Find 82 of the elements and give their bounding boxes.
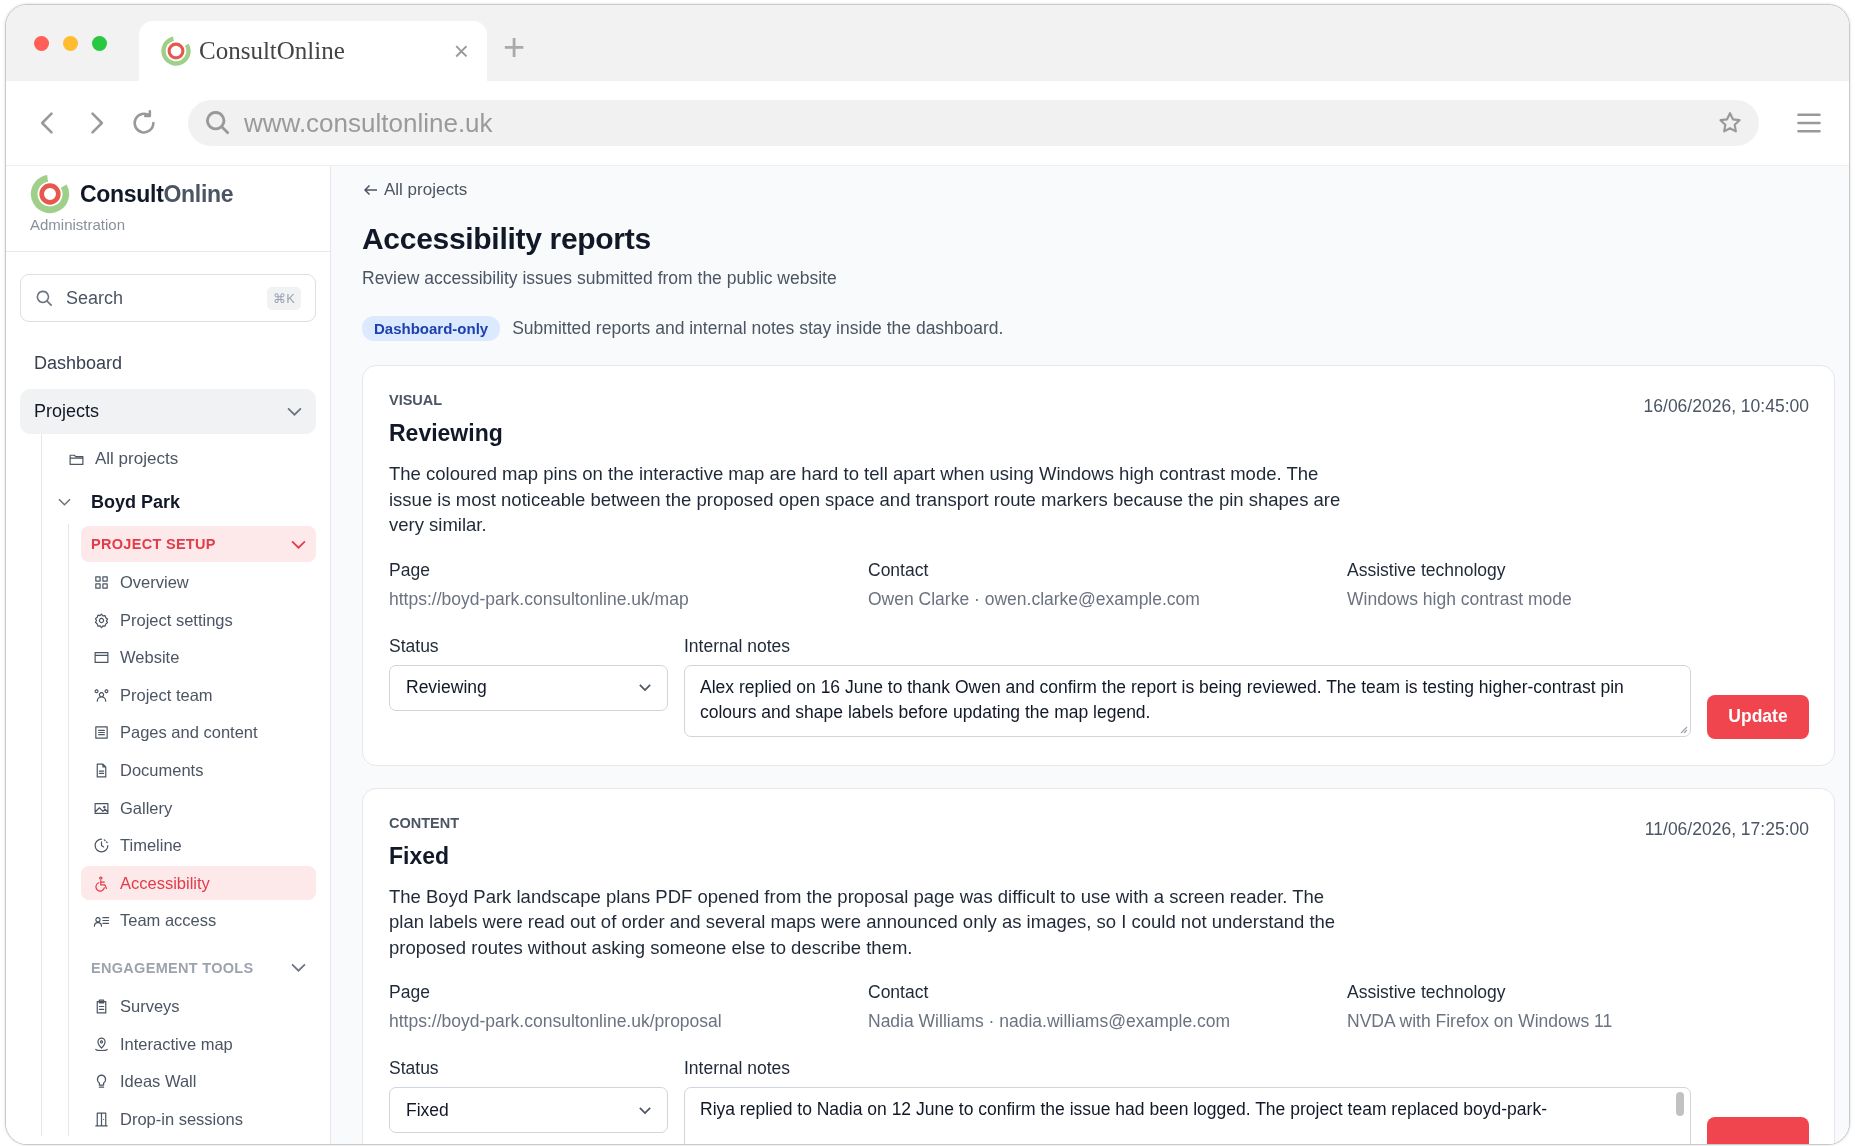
field-value: Windows high contrast mode bbox=[1347, 588, 1573, 610]
field-label: Assistive technology bbox=[1347, 982, 1507, 1003]
nav-item[interactable]: Overview bbox=[81, 565, 316, 600]
back-link[interactable]: All projects bbox=[362, 180, 1835, 200]
field-label: Status bbox=[389, 1058, 440, 1079]
field-value: https://boyd-park.consultonline.uk/map bbox=[389, 588, 690, 610]
project-item[interactable]: Boyd Park bbox=[54, 480, 316, 524]
field-label: Contact bbox=[868, 559, 930, 581]
notes-field[interactable]: Alex replied on 16 June to thank Owen and confirm the report is being reviewed. The team is testing higher-contrast pin colours and shape labels before updating the map legend. bbox=[684, 664, 1691, 737]
nav-item[interactable]: Timeline bbox=[81, 828, 316, 863]
field-value: Nadia Williams · nadia.williams@example.com bbox=[868, 1011, 1232, 1032]
minimize-window-icon[interactable] bbox=[63, 36, 78, 51]
status-title: Fixed bbox=[389, 842, 451, 870]
nav-item[interactable]: Project settings bbox=[81, 603, 316, 638]
nav-item[interactable]: Project team bbox=[81, 678, 316, 713]
nav-item[interactable]: Gallery bbox=[81, 791, 316, 826]
chevron-icon bbox=[287, 407, 302, 416]
page-title: Accessibility reports bbox=[362, 222, 652, 256]
nav-item[interactable]: All projects bbox=[54, 438, 316, 480]
update-button[interactable]: Update bbox=[1707, 694, 1809, 739]
reload-icon[interactable] bbox=[130, 109, 158, 137]
field-label: Internal notes bbox=[684, 1058, 792, 1079]
status-title: Reviewing bbox=[389, 420, 503, 447]
shortcut-hint: ⌘K bbox=[267, 286, 301, 310]
people-icon bbox=[93, 686, 110, 704]
nav-group[interactable]: Projects bbox=[20, 389, 316, 434]
report-description: The Boyd Park landscape plans PDF opened from the proposal page was difficult to use with a screen reader. The plan labels were read out of order and several maps were announced only as images, so I could not understand the proposed routes without asking someone else to describe them. bbox=[389, 884, 1337, 960]
close-window-icon[interactable] bbox=[34, 36, 49, 51]
nav-item[interactable]: Team access bbox=[81, 903, 316, 938]
chevron-icon bbox=[291, 539, 306, 549]
brand-subtitle: Administration bbox=[30, 216, 127, 233]
maximize-window-icon[interactable] bbox=[92, 36, 107, 51]
search-icon bbox=[204, 109, 232, 137]
browser-tab[interactable]: ConsultOnline × bbox=[139, 21, 487, 81]
chevron-icon bbox=[639, 684, 651, 691]
clock-icon bbox=[93, 837, 110, 855]
list-icon bbox=[93, 724, 110, 742]
nav-item[interactable]: Ideas Wall bbox=[81, 1064, 316, 1099]
nav-item[interactable]: Website bbox=[81, 640, 316, 675]
field-label: Page bbox=[389, 559, 431, 581]
field-value: Owen Clarke · owen.clarke@example.com bbox=[868, 588, 1201, 610]
nav-item[interactable]: Drop-in sessions bbox=[81, 1102, 316, 1137]
field-label: Contact bbox=[868, 982, 930, 1003]
category-label: VISUAL bbox=[389, 392, 444, 408]
section-header[interactable]: PROJECT SETUP bbox=[81, 526, 316, 562]
field-label: Status bbox=[389, 635, 440, 657]
status-select[interactable]: Reviewing bbox=[389, 664, 668, 711]
settings-icon bbox=[93, 611, 110, 629]
notice-text: Submitted reports and internal notes stay inside the dashboard. bbox=[512, 318, 1004, 339]
field-value: NVDA with Firefox on Windows 11 bbox=[1347, 1011, 1614, 1032]
status-select[interactable]: Fixed bbox=[389, 1087, 668, 1133]
field-value: https://boyd-park.consultonline.uk/proposal bbox=[389, 1011, 723, 1032]
nav-item[interactable]: Interactive map bbox=[81, 1027, 316, 1062]
nav-item[interactable]: Dashboard bbox=[20, 348, 316, 378]
search-field[interactable]: Search bbox=[64, 286, 268, 310]
report-description: The coloured map pins on the interactive map are hard to tell apart when using Windows high contrast mode. The issue is most noticeable between the proposed open space and transport route markers because the pin shapes are very similar. bbox=[389, 462, 1342, 537]
ring-logo-icon bbox=[30, 174, 70, 214]
grid-icon bbox=[93, 574, 110, 592]
chevron-icon bbox=[639, 1106, 651, 1114]
timestamp: 16/06/2026, 10:45:00 bbox=[1643, 396, 1809, 417]
chevron-icon bbox=[58, 498, 71, 506]
field-label: Assistive technology bbox=[1347, 559, 1507, 581]
ring-logo-icon bbox=[161, 36, 191, 66]
nav-item[interactable]: Documents bbox=[81, 753, 316, 788]
category-label: CONTENT bbox=[389, 814, 460, 831]
wheelchair-icon bbox=[93, 874, 110, 892]
nav-item[interactable]: Surveys bbox=[81, 989, 316, 1024]
search-icon bbox=[35, 288, 54, 308]
chevron-icon bbox=[291, 963, 306, 973]
badge: Dashboard-only bbox=[362, 316, 501, 341]
notes-field[interactable]: Riya replied to Nadia on 12 June to confirm the issue had been logged. The project team replaced boyd-park- bbox=[684, 1087, 1691, 1144]
brand-name: ConsultOnline bbox=[80, 180, 234, 208]
timestamp: 11/06/2026, 17:25:00 bbox=[1644, 818, 1809, 840]
nav-item[interactable]: Accessibility bbox=[81, 866, 316, 901]
field-label: Internal notes bbox=[684, 635, 792, 657]
page-subtitle: Review accessibility issues submitted from the public website bbox=[362, 268, 838, 289]
location-pin-icon bbox=[93, 1035, 110, 1053]
scrollbar-thumb[interactable] bbox=[1676, 1092, 1684, 1116]
tab-title: ConsultOnline bbox=[199, 37, 346, 65]
nav-item[interactable]: Pages and content bbox=[81, 715, 316, 750]
field-label: Page bbox=[389, 982, 431, 1003]
door-icon bbox=[93, 1110, 110, 1128]
